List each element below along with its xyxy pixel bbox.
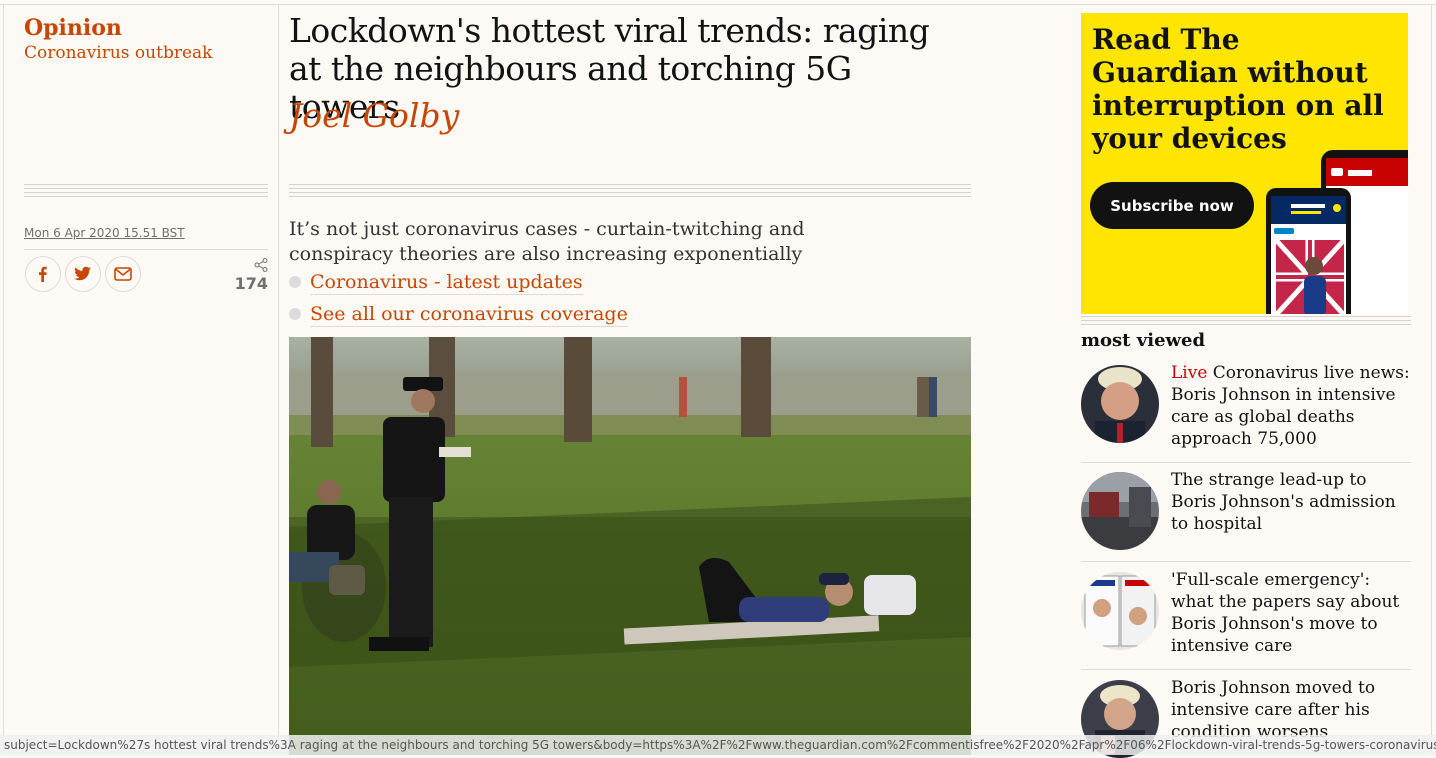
most-viewed-rules <box>1081 316 1411 328</box>
most-viewed-title[interactable]: The strange lead-up to Boris Johnson's a… <box>1171 469 1411 535</box>
facebook-share-button[interactable] <box>25 256 61 292</box>
most-viewed-title[interactable]: Live Coronavirus live news: Boris Johnso… <box>1171 362 1411 450</box>
section-kicker[interactable]: Opinion <box>24 14 268 42</box>
bullet-icon <box>289 276 301 288</box>
meta-divider <box>24 249 268 250</box>
bullet-icon <box>289 308 301 320</box>
twitter-share-button[interactable] <box>65 256 101 292</box>
most-viewed-headline: 'Full-scale emergency': what the papers … <box>1171 570 1400 656</box>
devices-illustration <box>1266 150 1408 314</box>
article-meta: Opinion Coronavirus outbreak <box>24 14 268 64</box>
facebook-icon <box>39 266 47 282</box>
column-divider <box>278 5 279 755</box>
most-viewed-divider <box>1081 462 1411 463</box>
meta-rules <box>24 184 268 200</box>
browser-status-bar: subject=Lockdown%27s hottest viral trend… <box>0 735 1436 755</box>
live-label: Live <box>1171 363 1208 383</box>
article-byline[interactable]: Joel Golby <box>289 96 459 136</box>
related-links: Coronavirus - latest updates See all our… <box>289 266 628 330</box>
article-main-image <box>289 337 971 755</box>
most-viewed-divider <box>1081 561 1411 562</box>
subscription-ad[interactable]: Read The Guardian without interruption o… <box>1081 13 1408 314</box>
share-count-value: 174 <box>234 274 268 293</box>
most-viewed-title[interactable]: Boris Johnson moved to intensive care af… <box>1171 677 1411 743</box>
most-viewed-headline: Coronavirus live news: Boris Johnson in … <box>1171 363 1410 449</box>
email-icon <box>114 267 132 281</box>
subscribe-button[interactable]: Subscribe now <box>1090 182 1254 229</box>
article-standfirst: It’s not just coronavirus cases - curtai… <box>289 218 805 265</box>
most-viewed-headline: The strange lead-up to Boris Johnson's a… <box>1171 470 1396 534</box>
article-dateline[interactable]: Mon 6 Apr 2020 15.51 BST <box>24 226 185 240</box>
most-viewed-thumbnail <box>1081 472 1159 550</box>
related-link-text[interactable]: See all our coronavirus coverage <box>310 302 628 327</box>
column-divider <box>3 5 4 755</box>
share-icon <box>254 258 268 272</box>
most-viewed-heading: most viewed <box>1081 330 1206 351</box>
most-viewed-thumbnail <box>1081 572 1159 650</box>
most-viewed-divider <box>1081 669 1411 670</box>
email-share-button[interactable] <box>105 256 141 292</box>
most-viewed-headline: Boris Johnson moved to intensive care af… <box>1171 678 1376 742</box>
share-count: 174 <box>228 258 268 293</box>
column-divider <box>1431 5 1432 755</box>
related-link-text[interactable]: Coronavirus - latest updates <box>310 270 583 295</box>
ad-headline: Read The Guardian without interruption o… <box>1092 23 1384 155</box>
related-link-item[interactable]: Coronavirus - latest updates <box>289 266 628 298</box>
headline-rules <box>289 184 971 200</box>
related-link-item[interactable]: See all our coronavirus coverage <box>289 298 628 330</box>
most-viewed-title[interactable]: 'Full-scale emergency': what the papers … <box>1171 569 1411 657</box>
twitter-icon <box>74 266 91 281</box>
series-link[interactable]: Coronavirus outbreak <box>24 42 268 64</box>
park-photo <box>289 337 971 755</box>
top-border <box>0 0 1436 5</box>
most-viewed-thumbnail <box>1081 365 1159 443</box>
